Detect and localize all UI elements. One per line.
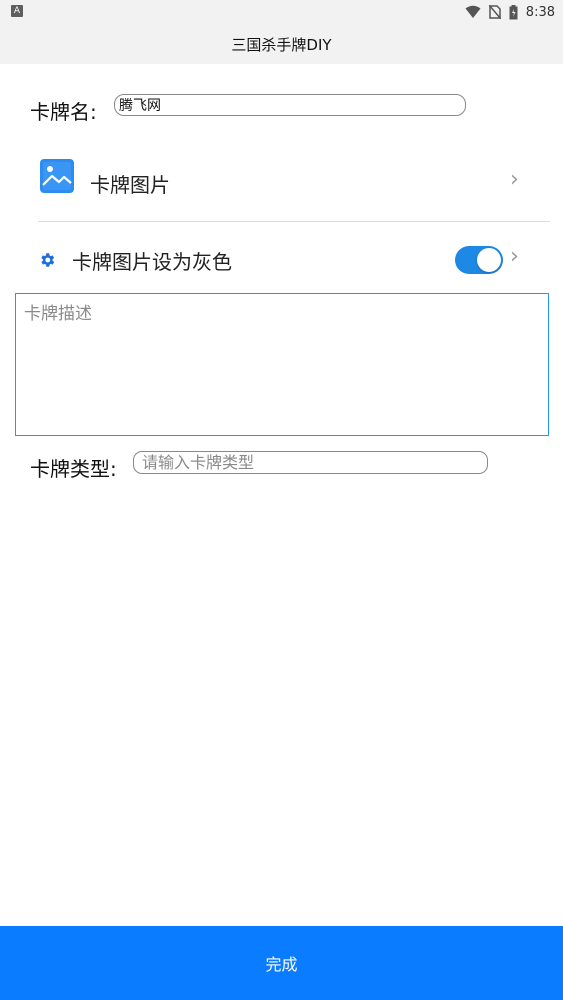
card-name-input[interactable] [114, 94, 466, 116]
battery-icon [509, 4, 518, 19]
app-bar: 三国杀手牌DIY [0, 24, 563, 64]
divider [38, 221, 550, 222]
card-type-row: 卡牌类型: [30, 451, 490, 484]
card-image-row[interactable]: 卡牌图片 › [38, 150, 550, 216]
gear-icon [41, 253, 55, 267]
card-name-label: 卡牌名: [30, 100, 97, 124]
page-title: 三国杀手牌DIY [231, 35, 332, 54]
card-name-row: 卡牌名: [30, 92, 470, 126]
card-type-input[interactable] [133, 451, 488, 474]
chevron-right-icon: › [510, 244, 519, 269]
accessibility-icon: A [11, 5, 23, 17]
status-icons: 8:38 [465, 2, 555, 22]
card-image-label: 卡牌图片 [90, 173, 170, 197]
status-bar: A 8:38 [0, 0, 563, 24]
no-sim-icon [488, 5, 501, 19]
chevron-right-icon: › [510, 167, 519, 192]
card-type-label: 卡牌类型: [30, 457, 117, 481]
image-icon [40, 159, 74, 193]
gray-image-row[interactable]: 卡牌图片设为灰色 › [38, 238, 550, 282]
gray-image-label: 卡牌图片设为灰色 [72, 250, 232, 274]
card-description-input[interactable] [15, 293, 549, 436]
wifi-icon [465, 5, 481, 18]
done-button[interactable]: 完成 [0, 926, 563, 1000]
status-time: 8:38 [525, 4, 555, 20]
toggle-knob [477, 248, 501, 272]
gray-image-toggle[interactable] [455, 246, 503, 274]
